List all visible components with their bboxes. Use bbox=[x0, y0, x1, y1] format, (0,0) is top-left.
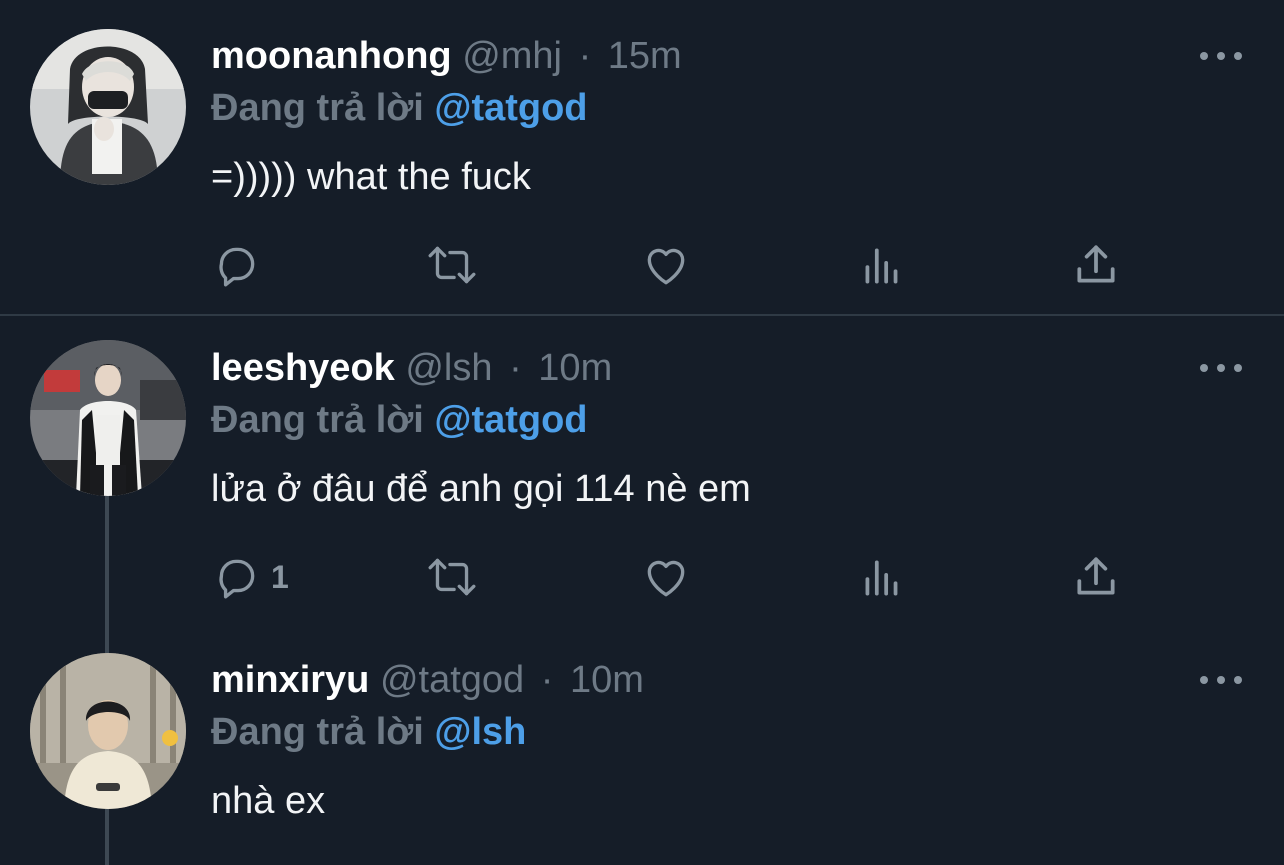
separator: · bbox=[509, 347, 522, 389]
tweet-item[interactable]: leeshyeok @lsh · 10m Đang trả lời @tatgo… bbox=[0, 316, 1284, 627]
replying-to: Đang trả lời @tatgod bbox=[211, 83, 588, 133]
separator: · bbox=[540, 659, 554, 701]
share-icon bbox=[1077, 557, 1115, 595]
tweet-text: lửa ở đâu để anh gọi 114 nè em bbox=[211, 468, 751, 510]
replying-to: Đang trả lời @lsh bbox=[211, 707, 526, 757]
action-bar: 1 bbox=[211, 552, 1131, 602]
mention-link[interactable]: @lsh bbox=[434, 711, 526, 753]
replying-to-label: Đang trả lời bbox=[211, 399, 424, 441]
reply-count: 1 bbox=[271, 558, 289, 595]
reply-button[interactable]: 1 bbox=[211, 552, 289, 602]
like-button[interactable] bbox=[641, 552, 691, 602]
display-name[interactable]: moonanhong bbox=[211, 35, 452, 77]
mention-link[interactable]: @tatgod bbox=[434, 399, 587, 441]
tweet-text: =))))) what the fuck bbox=[211, 156, 531, 198]
replying-to-label: Đang trả lời bbox=[211, 711, 424, 753]
timestamp[interactable]: 10m bbox=[570, 659, 644, 701]
share-icon bbox=[1077, 245, 1115, 283]
tweet-header: minxiryu @tatgod · 10m bbox=[211, 655, 644, 705]
views-button[interactable] bbox=[857, 552, 907, 602]
display-name[interactable]: minxiryu bbox=[211, 659, 369, 701]
user-handle[interactable]: @tatgod bbox=[380, 659, 524, 701]
user-handle[interactable]: @mhj bbox=[462, 35, 562, 77]
avatar[interactable] bbox=[30, 653, 186, 809]
avatar[interactable] bbox=[30, 340, 186, 496]
tweet-text: nhà ex bbox=[211, 780, 326, 822]
tweet-item[interactable]: moonanhong @mhj · 15m Đang trả lời @tatg… bbox=[0, 0, 1284, 316]
thread-connector bbox=[105, 627, 109, 653]
reply-icon bbox=[219, 247, 255, 287]
share-button[interactable] bbox=[1071, 240, 1121, 290]
thread-connector bbox=[105, 496, 109, 627]
tweet-header: moonanhong @mhj · 15m bbox=[211, 31, 682, 81]
retweet-icon bbox=[428, 558, 476, 596]
replying-to-label: Đang trả lời bbox=[211, 87, 424, 129]
like-button[interactable] bbox=[641, 240, 691, 290]
views-button[interactable] bbox=[857, 240, 907, 290]
views-icon bbox=[865, 248, 898, 284]
retweet-button[interactable] bbox=[425, 552, 479, 602]
tweet-header: leeshyeok @lsh · 10m bbox=[211, 343, 612, 393]
user-handle[interactable]: @lsh bbox=[405, 347, 492, 389]
separator: · bbox=[578, 35, 592, 77]
share-button[interactable] bbox=[1071, 552, 1121, 602]
retweet-icon bbox=[428, 246, 476, 284]
thread-connector bbox=[105, 809, 109, 865]
retweet-button[interactable] bbox=[425, 240, 479, 290]
tweet-item[interactable]: minxiryu @tatgod · 10m Đang trả lời @lsh… bbox=[0, 627, 1284, 865]
views-icon bbox=[865, 560, 898, 596]
more-icon[interactable] bbox=[1200, 353, 1242, 383]
reply-timeline: moonanhong @mhj · 15m Đang trả lời @tatg… bbox=[0, 0, 1284, 865]
mention-link[interactable]: @tatgod bbox=[434, 87, 587, 129]
action-bar bbox=[211, 240, 1131, 290]
reply-button[interactable] bbox=[211, 240, 271, 290]
like-icon bbox=[647, 560, 685, 597]
display-name[interactable]: leeshyeok bbox=[211, 347, 395, 389]
replying-to: Đang trả lời @tatgod bbox=[211, 395, 588, 445]
reply-icon bbox=[219, 559, 255, 599]
timestamp[interactable]: 15m bbox=[608, 35, 682, 77]
like-icon bbox=[647, 248, 685, 285]
timestamp[interactable]: 10m bbox=[538, 347, 612, 389]
more-icon[interactable] bbox=[1200, 665, 1242, 695]
avatar[interactable] bbox=[30, 29, 186, 185]
more-icon[interactable] bbox=[1200, 41, 1242, 71]
